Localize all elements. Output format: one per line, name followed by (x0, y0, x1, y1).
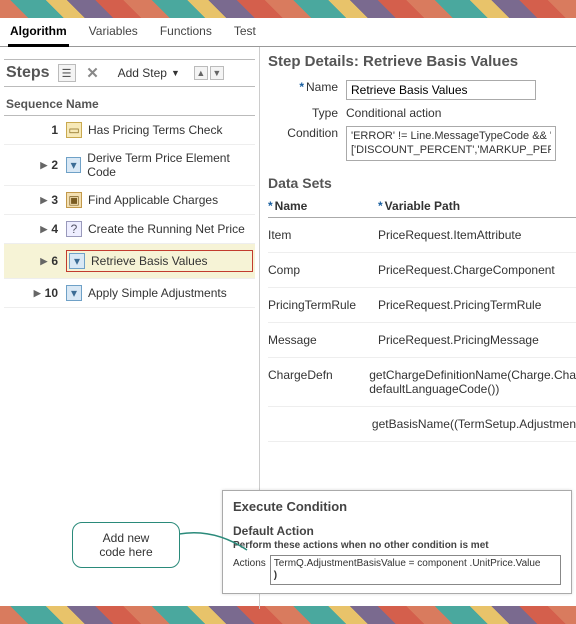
step-row[interactable]: ▶ 3 ▣ Find Applicable Charges (4, 186, 255, 215)
label-name: Name (306, 80, 338, 94)
dataset-row[interactable]: getBasisName((TermSetup.Adjustmen (268, 407, 576, 442)
name-input[interactable] (346, 80, 536, 100)
list-view-icon[interactable]: ☰ (58, 64, 76, 82)
ds-name: ChargeDefn (268, 368, 369, 396)
reorder-controls: ▲ ▼ (194, 66, 224, 80)
step-row[interactable]: ▶ 10 ▾ Apply Simple Adjustments (4, 279, 255, 308)
move-up-icon[interactable]: ▲ (194, 66, 208, 80)
col-ds-var: Variable Path (385, 199, 460, 213)
ds-name (268, 417, 372, 431)
action-code-line: TermQ.AdjustmentBasisValue = component .… (274, 558, 557, 570)
step-name: Derive Term Price Element Code (87, 151, 253, 179)
field-name: *Name (268, 80, 576, 100)
tab-test[interactable]: Test (232, 22, 258, 46)
tab-algorithm[interactable]: Algorithm (8, 22, 69, 47)
ds-var: PriceRequest.PricingTermRule (378, 298, 576, 312)
value-type: Conditional action (346, 106, 576, 120)
dataset-row[interactable]: ItemPriceRequest.ItemAttribute (268, 218, 576, 253)
step-row[interactable]: ▶ 4 ? Create the Running Net Price (4, 215, 255, 244)
document-icon: ▭ (66, 122, 82, 138)
tab-variables[interactable]: Variables (87, 22, 140, 46)
step-name: Has Pricing Terms Check (88, 123, 222, 137)
seq-num: 6 (51, 254, 58, 268)
step-name: Create the Running Net Price (88, 222, 245, 236)
tab-functions[interactable]: Functions (158, 22, 214, 46)
execute-condition-heading: Execute Condition (233, 499, 561, 514)
seq-num: 10 (45, 286, 58, 300)
add-step-dropdown[interactable]: Add Step ▼ (118, 66, 180, 80)
execute-condition-panel: Execute Condition Default Action Perform… (222, 490, 572, 594)
ds-name: PricingTermRule (268, 298, 378, 312)
question-icon: ? (66, 221, 82, 237)
funnel-icon: ▾ (69, 253, 85, 269)
default-action-heading: Default Action (233, 524, 561, 538)
step-name: Find Applicable Charges (88, 193, 218, 207)
actions-row: Actions TermQ.AdjustmentBasisValue = com… (233, 555, 561, 585)
callout-text: Add new (79, 531, 173, 545)
expand-icon[interactable]: ▶ (34, 288, 41, 299)
main-tabs: Algorithm Variables Functions Test (0, 18, 576, 47)
datasets-columns: *Name *Variable Path (268, 195, 576, 218)
condition-line: ['DISCOUNT_PERCENT','MARKUP_PERCEN (351, 143, 551, 157)
col-sequence: Sequence (4, 93, 64, 115)
seq-num: 1 (51, 123, 58, 137)
add-step-label: Add Step (118, 66, 167, 80)
ds-var: PriceRequest.ChargeComponent (378, 263, 576, 277)
seq-num: 4 (51, 222, 58, 236)
expand-icon[interactable]: ▶ (40, 160, 47, 171)
briefcase-icon: ▣ (66, 192, 82, 208)
decorative-strip-top (0, 0, 576, 18)
step-row[interactable]: 1 ▭ Has Pricing Terms Check (4, 116, 255, 145)
col-name: Name (64, 93, 255, 115)
ds-name: Item (268, 228, 378, 242)
actions-label: Actions (233, 555, 266, 569)
step-name: Apply Simple Adjustments (88, 286, 227, 300)
condition-line: 'ERROR' != Line.MessageTypeCode && 'SIMP (351, 129, 551, 143)
move-down-icon[interactable]: ▼ (210, 66, 224, 80)
funnel-icon: ▾ (66, 157, 81, 173)
required-mark: * (268, 199, 273, 213)
expand-icon[interactable]: ▶ (40, 256, 47, 267)
step-row[interactable]: ▶ 2 ▾ Derive Term Price Element Code (4, 145, 255, 186)
condition-textarea[interactable]: 'ERROR' != Line.MessageTypeCode && 'SIMP… (346, 126, 556, 161)
seq-num: 3 (51, 193, 58, 207)
required-mark: * (378, 199, 383, 213)
col-ds-name: Name (275, 199, 308, 213)
seq-num: 2 (51, 158, 58, 172)
action-code-line: ) (274, 570, 557, 582)
expand-icon[interactable]: ▶ (40, 224, 47, 235)
expand-icon[interactable]: ▶ (40, 195, 47, 206)
dataset-row[interactable]: MessagePriceRequest.PricingMessage (268, 323, 576, 358)
required-mark: * (299, 80, 304, 94)
steps-title: Steps (6, 64, 50, 82)
default-action-subtext: Perform these actions when no other cond… (233, 540, 561, 551)
ds-name: Message (268, 333, 378, 347)
step-name: Retrieve Basis Values (91, 254, 208, 268)
ds-var: PriceRequest.ItemAttribute (378, 228, 576, 242)
ds-var: getChargeDefinitionName(Charge.Cha defau… (369, 368, 576, 396)
callout-text: code here (79, 545, 173, 559)
datasets-heading: Data Sets (268, 175, 576, 191)
ds-var: PriceRequest.PricingMessage (378, 333, 576, 347)
details-heading: Step Details: Retrieve Basis Values (268, 53, 576, 70)
field-condition: Condition 'ERROR' != Line.MessageTypeCod… (268, 126, 576, 161)
steps-toolbar: Steps ☰ ✕ Add Step ▼ ▲ ▼ (4, 59, 255, 87)
ds-var: getBasisName((TermSetup.Adjustmen (372, 417, 576, 431)
field-type: Type Conditional action (268, 106, 576, 120)
label-type: Type (268, 106, 346, 120)
label-condition: Condition (268, 126, 346, 140)
delete-step-icon[interactable]: ✕ (84, 64, 102, 82)
caret-down-icon: ▼ (171, 68, 180, 78)
steps-columns: Sequence Name (4, 93, 255, 116)
funnel-icon: ▾ (66, 285, 82, 301)
dataset-row[interactable]: ChargeDefngetChargeDefinitionName(Charge… (268, 358, 576, 407)
dataset-row[interactable]: PricingTermRulePriceRequest.PricingTermR… (268, 288, 576, 323)
actions-textarea[interactable]: TermQ.AdjustmentBasisValue = component .… (270, 555, 561, 585)
dataset-row[interactable]: CompPriceRequest.ChargeComponent (268, 253, 576, 288)
annotation-callout: Add new code here (72, 522, 180, 568)
step-row-selected[interactable]: ▶ 6 ▾ Retrieve Basis Values (4, 244, 255, 279)
ds-name: Comp (268, 263, 378, 277)
